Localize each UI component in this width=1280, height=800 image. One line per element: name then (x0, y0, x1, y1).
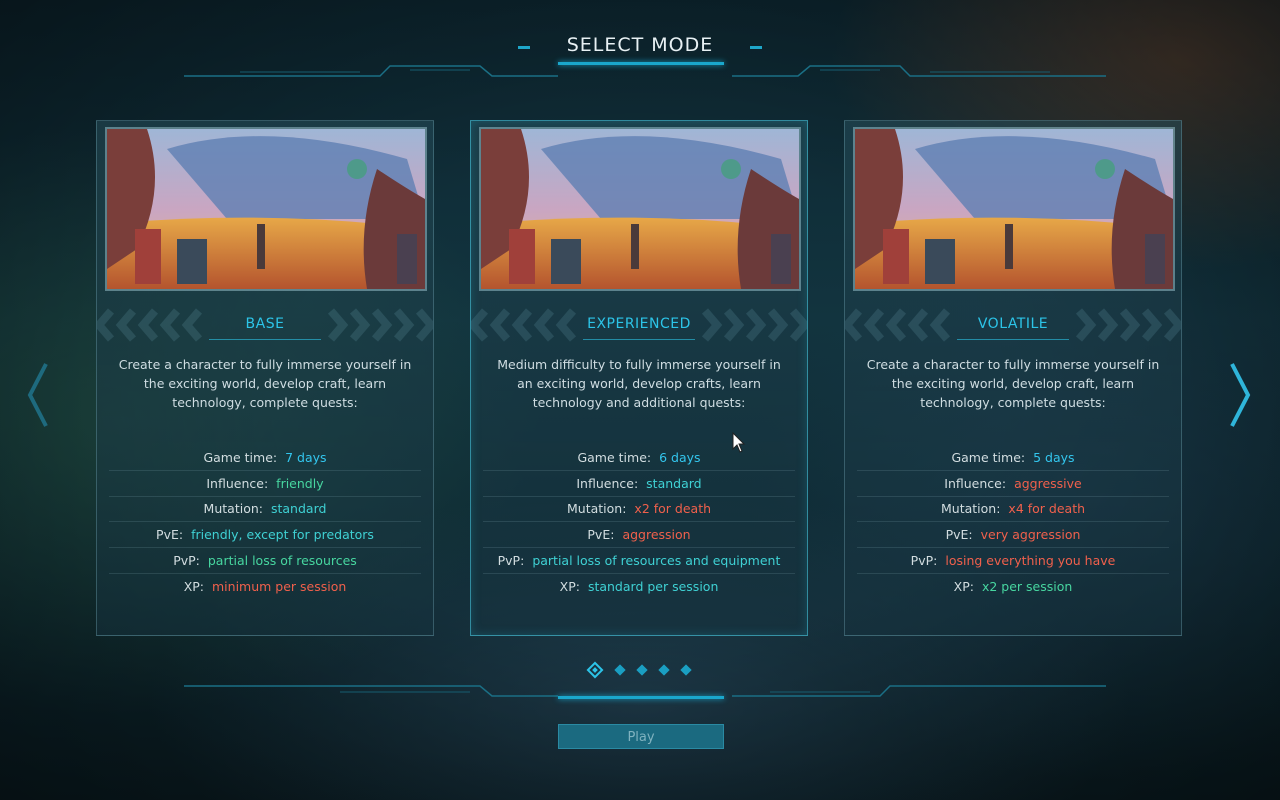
mode-stats: Game time: 7 days Influence: friendly Mu… (109, 445, 421, 599)
stat-label: Game time: (203, 449, 278, 465)
page-dot[interactable] (680, 664, 692, 676)
stat-value: friendly, except for predators (191, 527, 374, 543)
stat-row: Game time: 5 days (857, 445, 1169, 471)
stat-label: PvP: (910, 553, 938, 569)
title-underline (558, 62, 724, 65)
stat-value: standard (646, 475, 702, 491)
stat-label: XP: (559, 578, 580, 594)
stat-value: 7 days (285, 449, 327, 465)
stat-value: aggression (622, 527, 691, 543)
page-dot[interactable] (614, 664, 626, 676)
header-decoration-left (184, 65, 558, 77)
stat-row: Game time: 6 days (483, 445, 795, 471)
stat-value: aggressive (1014, 475, 1082, 491)
mouse-cursor-icon (732, 432, 746, 453)
stat-value: friendly (276, 475, 324, 491)
footer-decoration-left (184, 685, 558, 697)
stat-label: Mutation: (940, 501, 1001, 517)
mode-card-experienced[interactable]: EXPERIENCED Medium difficulty to fully i… (470, 120, 808, 636)
title-dash-left (518, 46, 530, 49)
mode-card-base[interactable]: BASE Create a character to fully immerse… (96, 120, 434, 636)
mode-title: BASE (245, 316, 285, 332)
stat-value: partial loss of resources (207, 553, 357, 569)
card-image (853, 127, 1175, 291)
stat-row: PvE: aggression (483, 522, 795, 549)
stat-row: XP: minimum per session (109, 574, 421, 599)
page-dot[interactable] (636, 664, 648, 676)
stat-row: Game time: 7 days (109, 445, 421, 471)
stat-value: x2 for death (634, 501, 712, 517)
card-image (479, 127, 801, 291)
stat-row: XP: x2 per session (857, 574, 1169, 599)
footer-underline (558, 696, 724, 699)
stat-value: x2 per session (981, 578, 1073, 594)
stat-row: PvE: friendly, except for predators (109, 522, 421, 549)
mode-description: Medium difficulty to fully immerse yours… (497, 357, 781, 410)
stat-label: PvE: (587, 527, 615, 543)
stat-row: PvP: losing everything you have (857, 548, 1169, 574)
page-dot-active[interactable] (586, 661, 604, 679)
mode-artwork-image (481, 129, 799, 289)
mode-title: VOLATILE (977, 316, 1049, 332)
stat-label: PvE: (945, 527, 973, 543)
stat-value: standard (270, 501, 327, 517)
mode-title-underline (209, 339, 321, 340)
stat-label: PvP: (173, 553, 200, 569)
stat-label: PvE: (156, 527, 184, 543)
stat-label: XP: (953, 578, 974, 594)
stat-label: Mutation: (566, 501, 627, 517)
stat-row: Mutation: x2 for death (483, 497, 795, 523)
stat-label: Game time: (951, 449, 1026, 465)
stat-label: Influence: (206, 475, 269, 491)
previous-arrow-icon[interactable] (26, 360, 50, 430)
stat-value: standard per session (587, 578, 719, 594)
header: SELECT MODE (0, 0, 1280, 90)
header-decoration-right (732, 65, 1106, 77)
card-image (105, 127, 427, 291)
stat-row: PvE: very aggression (857, 522, 1169, 549)
page-title: SELECT MODE (566, 34, 714, 56)
stat-value: x4 for death (1008, 501, 1086, 517)
stat-label: Mutation: (203, 501, 263, 517)
mode-stats: Game time: 5 days Influence: aggressive … (857, 445, 1169, 599)
page-indicator (583, 660, 697, 680)
mode-card-volatile[interactable]: VOLATILE Create a character to fully imm… (844, 120, 1182, 636)
stat-label: PvP: (497, 553, 525, 569)
mode-description: Create a character to fully immerse your… (118, 357, 412, 410)
mode-title-underline (583, 339, 695, 340)
stat-value: very aggression (980, 527, 1081, 543)
page-dot[interactable] (658, 664, 670, 676)
stat-label: XP: (183, 578, 204, 594)
stat-row: Mutation: standard (109, 497, 421, 523)
mode-artwork-image (107, 129, 425, 289)
footer-decoration-right (732, 685, 1106, 697)
stat-row: Mutation: x4 for death (857, 497, 1169, 523)
mode-description: Create a character to fully immerse your… (866, 357, 1160, 410)
stat-label: Game time: (577, 449, 652, 465)
mode-artwork-image (855, 129, 1173, 289)
stat-value: minimum per session (212, 578, 347, 594)
stat-row: Influence: standard (483, 471, 795, 497)
play-button[interactable]: Play (558, 724, 724, 749)
mode-title: EXPERIENCED (587, 316, 691, 332)
stat-value: partial loss of resources and equipment (532, 553, 781, 569)
mode-stats: Game time: 6 days Influence: standard Mu… (483, 445, 795, 599)
title-dash-right (750, 46, 762, 49)
stat-label: Influence: (576, 475, 639, 491)
stat-row: PvP: partial loss of resources (109, 548, 421, 574)
stat-row: XP: standard per session (483, 574, 795, 599)
stat-value: 6 days (659, 449, 701, 465)
stat-value: losing everything you have (945, 553, 1116, 569)
stat-row: Influence: friendly (109, 471, 421, 497)
stat-label: Influence: (944, 475, 1007, 491)
mode-title-underline (957, 339, 1069, 340)
stat-row: PvP: partial loss of resources and equip… (483, 548, 795, 574)
stat-row: Influence: aggressive (857, 471, 1169, 497)
next-arrow-icon[interactable] (1228, 360, 1252, 430)
stat-value: 5 days (1033, 449, 1075, 465)
